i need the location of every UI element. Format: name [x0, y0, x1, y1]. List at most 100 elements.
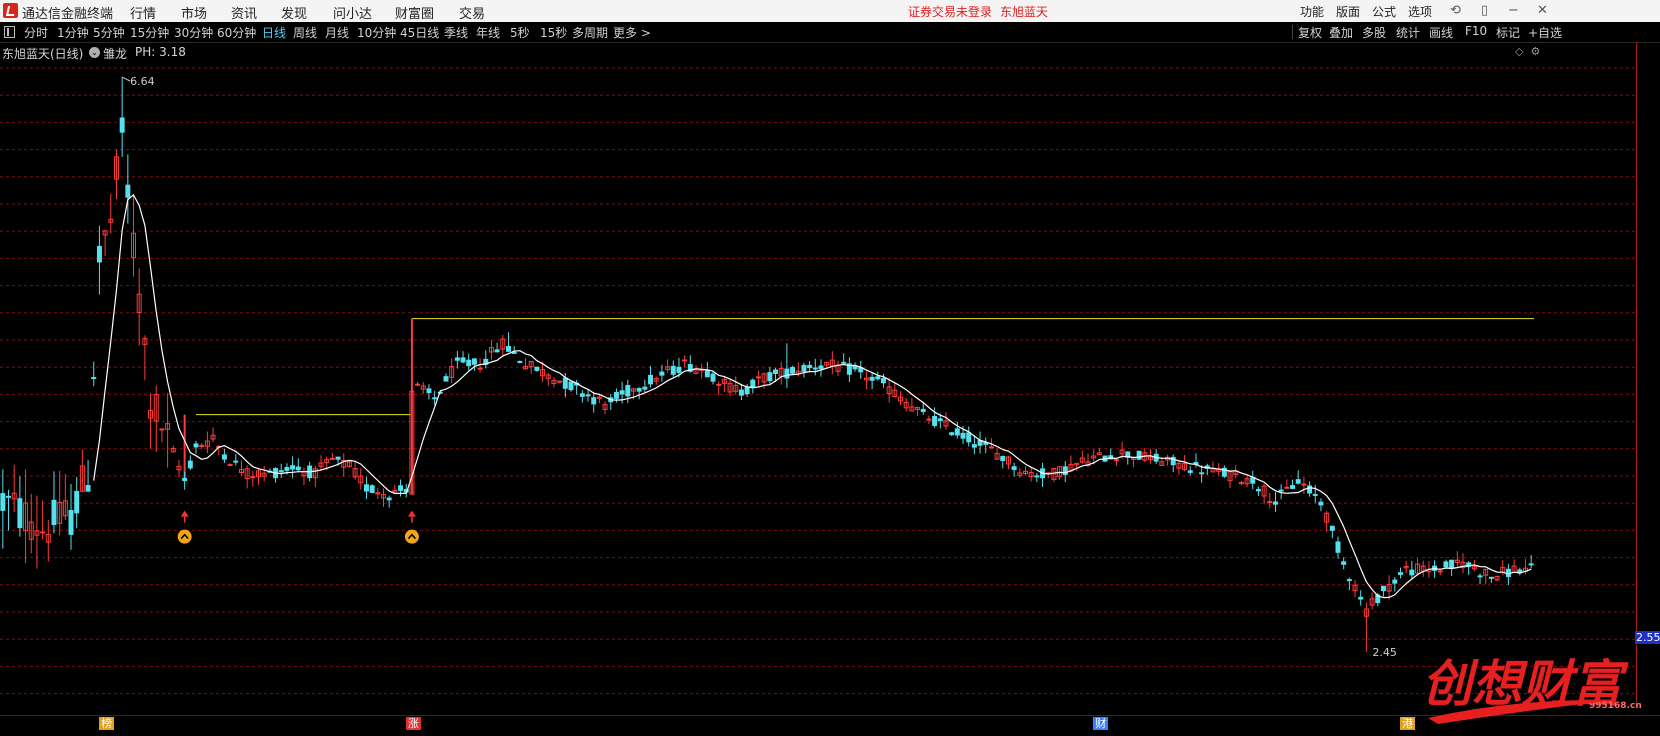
candle-body — [369, 485, 375, 493]
candle-body — [432, 397, 438, 400]
candle-body — [1011, 466, 1017, 471]
candle-body — [477, 367, 483, 370]
candle-body — [187, 460, 193, 469]
candle-body — [1199, 472, 1205, 475]
candle-body — [0, 493, 6, 511]
candle-body — [960, 432, 966, 439]
candle-body — [773, 369, 779, 374]
candle-body — [579, 393, 585, 397]
candle-body — [1335, 541, 1341, 553]
candle-body — [6, 495, 12, 498]
candle-body — [295, 466, 301, 471]
moving-average-line — [93, 193, 1532, 599]
candle-body — [1346, 579, 1352, 582]
candle-body — [744, 386, 750, 395]
candle-body — [426, 388, 432, 394]
candle-body — [1187, 470, 1193, 473]
chart-grid — [0, 67, 1636, 695]
candle-body — [636, 388, 642, 392]
peak-price-label: 6.64 — [130, 75, 155, 88]
candle-body — [784, 368, 790, 379]
candle-body — [767, 372, 773, 382]
candle-body — [750, 379, 756, 389]
candle-body — [1255, 489, 1261, 492]
candle-body — [17, 498, 23, 529]
candle-body — [704, 369, 710, 378]
candle-body — [329, 457, 335, 460]
candle-body — [920, 408, 926, 413]
candle-body — [880, 377, 886, 384]
price-axis — [1636, 42, 1660, 702]
candle-body — [659, 371, 665, 376]
candle-body — [40, 531, 46, 534]
candle-body — [710, 373, 716, 382]
candle-body — [182, 477, 188, 482]
candle-body — [96, 245, 102, 263]
candle-body — [790, 366, 796, 374]
candle-body — [460, 357, 466, 363]
up-arrow-icon — [407, 510, 416, 517]
candle-body — [619, 390, 625, 395]
candle-body — [807, 364, 813, 369]
candle-body — [119, 117, 125, 133]
kline-chart[interactable]: 6.64 2.45 — [0, 0, 1660, 735]
event-marker-list[interactable]: 榜 — [99, 717, 115, 730]
candle-body — [250, 476, 256, 479]
candle-body — [642, 386, 648, 390]
candle-body — [841, 361, 847, 364]
candle-body — [471, 358, 477, 365]
event-marker-limit-up[interactable]: 涨 — [405, 717, 421, 730]
candle-body — [1273, 501, 1278, 505]
candle-body — [1113, 459, 1119, 462]
candle-body — [517, 360, 523, 363]
candle-body — [1307, 485, 1313, 494]
candle-body — [682, 359, 688, 362]
candle-body — [227, 463, 233, 466]
low-price-label: 2.45 — [1372, 646, 1397, 659]
candle-body — [1397, 572, 1403, 575]
candle-body — [1409, 569, 1415, 576]
current-price-tag: 2.55 — [1635, 631, 1660, 645]
candle-body — [801, 364, 807, 372]
support-lines — [183, 318, 1534, 495]
candle-body — [875, 376, 881, 380]
candle-body — [125, 184, 131, 198]
event-marker-finance[interactable]: 财 — [1093, 717, 1109, 730]
candle-body — [1284, 486, 1290, 489]
up-arrow-icon — [180, 510, 189, 517]
candle-body — [988, 446, 994, 449]
candle-body — [568, 381, 574, 391]
candle-body — [557, 380, 563, 383]
candle-body — [562, 377, 568, 389]
candle-body — [937, 418, 943, 422]
candle-body — [74, 490, 80, 514]
candle-body — [585, 394, 591, 397]
candle-body — [51, 499, 57, 526]
event-bar: 榜 涨 财 港 — [0, 715, 1660, 736]
candle-body — [1341, 561, 1347, 565]
candlestick-series — [0, 77, 1534, 652]
candle-body — [534, 366, 540, 371]
buy-signal-icon — [177, 529, 192, 544]
candle-body — [415, 383, 421, 386]
candle-body — [1358, 596, 1364, 600]
candle-body — [466, 359, 472, 367]
candle-body — [932, 415, 938, 426]
candle-body — [1392, 579, 1398, 584]
buy-signal-icon — [404, 529, 419, 544]
candle-body — [1295, 479, 1301, 484]
candle-body — [454, 357, 460, 361]
buy-signals — [177, 510, 419, 544]
event-marker-hk[interactable]: 港 — [1400, 717, 1416, 730]
candle-body — [1449, 559, 1455, 569]
candle-body — [199, 444, 205, 447]
candle-body — [91, 377, 97, 380]
candle-body — [398, 485, 404, 491]
candle-body — [85, 485, 91, 492]
candle-body — [1278, 489, 1284, 492]
candle-body — [1477, 575, 1483, 578]
candle-body — [966, 432, 972, 443]
candle-body — [1380, 585, 1386, 592]
peak-leader-line — [121, 76, 131, 82]
candle-body — [1136, 450, 1142, 460]
